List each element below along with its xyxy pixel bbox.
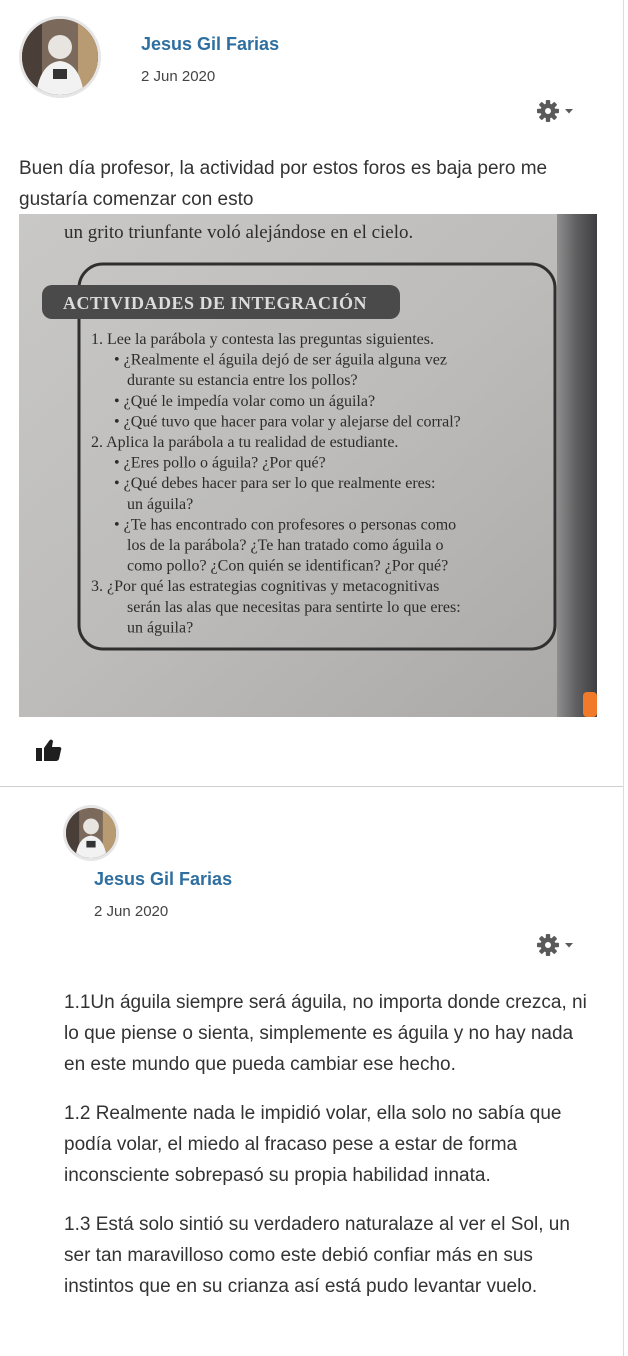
reply-options-menu[interactable] [536,933,576,957]
book-text-line: serán las alas que necesitas para sentir… [127,599,461,616]
caret-down-icon [565,943,573,948]
book-text-line: durante su estancia entre los pollos? [127,372,358,389]
reply-paragraph: 1.3 Está solo sintió su verdadero natura… [64,1214,570,1297]
post-date: 2 Jun 2020 [141,68,216,85]
book-text-line: • ¿Qué debes hacer para ser lo que realm… [114,475,435,492]
book-text-line: un águila? [127,619,193,636]
post-divider [0,786,623,787]
caret-down-icon [565,109,573,114]
book-text-line: • ¿Eres pollo o águila? ¿Por qué? [114,455,326,472]
post-author[interactable]: Jesus Gil Farias [141,34,279,55]
reply-paragraph: 1.1Un águila siempre será águila, no imp… [64,992,587,1075]
orange-tab [583,692,597,717]
attached-image[interactable]: un grito triunfante voló alejándose en e… [19,214,597,717]
book-text-line: • ¿Te has encontrado con profesores o pe… [114,516,456,533]
gear-icon [537,100,559,122]
book-text-line: 1. Lee la parábola y contesta las pregun… [91,331,434,348]
post-message: Buen día profesor, la actividad por esto… [19,158,548,210]
gear-icon [537,934,559,956]
reply-body: 1.1Un águila siempre será águila, no imp… [64,987,592,1320]
book-text-line: un águila? [127,496,193,513]
reply-avatar[interactable] [66,808,116,858]
reply-date: 2 Jun 2020 [94,903,169,920]
book-text-line: • ¿Qué le impedía volar como un águila? [114,393,375,410]
book-top-line: un grito triunfante voló alejándose en e… [64,222,413,243]
page-right-border [623,0,624,1356]
post-options-menu[interactable] [536,99,576,123]
book-text-line: 3. ¿Por qué las estrategias cognitivas y… [91,578,439,595]
book-text-line: • ¿Qué tuvo que hacer para volar y aleja… [114,413,461,430]
book-text-line: los de la parábola? ¿Te han tratado como… [127,537,444,554]
book-text-line: como pollo? ¿Con quién se identifican? ¿… [127,558,448,575]
thumbs-up-icon [36,739,62,761]
like-button[interactable] [36,738,62,762]
book-text-line: 2. Aplica la parábola a tu realidad de e… [91,434,398,451]
reply-paragraph: 1.2 Realmente nada le impidió volar, ell… [64,1103,562,1186]
book-text-line: • ¿Realmente el águila dejó de ser águil… [114,352,447,369]
activities-heading: ACTIVIDADES DE INTEGRACIÓN [63,292,367,313]
reply-author[interactable]: Jesus Gil Farias [94,869,232,890]
avatar[interactable] [22,19,98,95]
